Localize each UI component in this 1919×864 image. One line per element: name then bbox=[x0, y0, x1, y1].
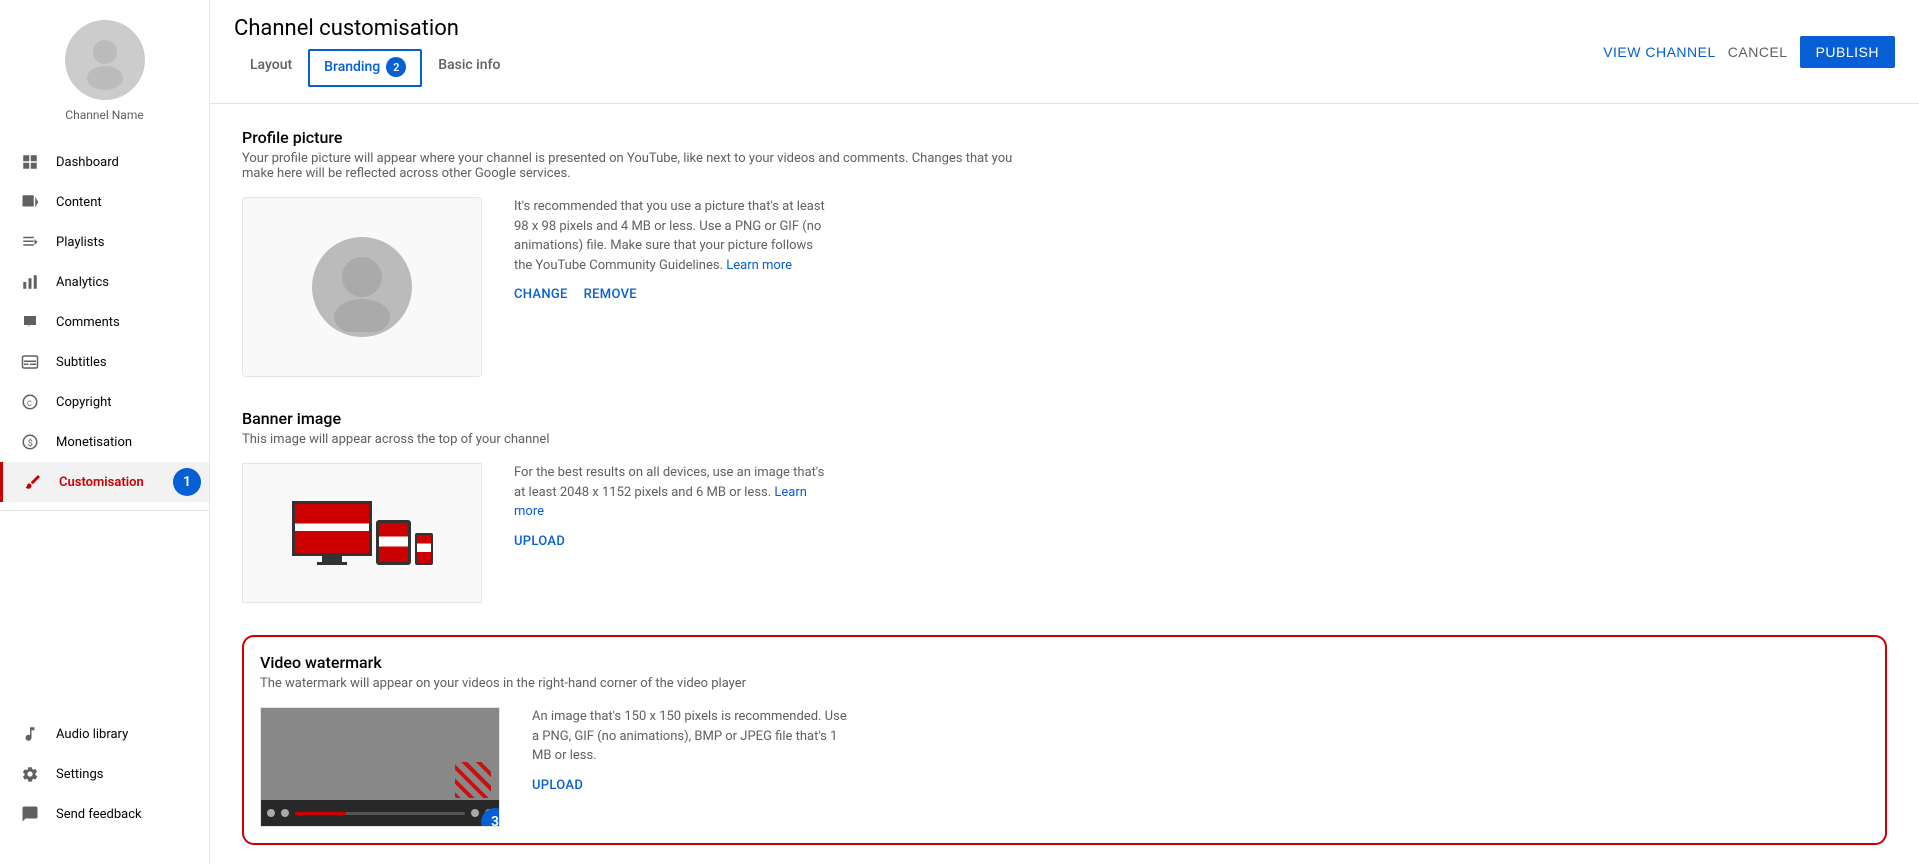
sidebar-item-dashboard[interactable]: Dashboard bbox=[0, 142, 209, 182]
skip-control bbox=[281, 809, 289, 817]
profile-picture-desc: Your profile picture will appear where y… bbox=[242, 151, 1042, 181]
publish-button[interactable]: PUBLISH bbox=[1800, 36, 1895, 68]
sidebar-item-customisation[interactable]: Customisation 1 bbox=[0, 462, 209, 502]
banner-image-section: Banner image This image will appear acro… bbox=[242, 409, 1887, 603]
banner-devices bbox=[292, 501, 433, 565]
sidebar-item-settings[interactable]: Settings bbox=[0, 754, 209, 794]
topbar-actions: VIEW CHANNEL CANCEL PUBLISH bbox=[1603, 36, 1895, 68]
sidebar-item-content[interactable]: Content bbox=[0, 182, 209, 222]
profile-picture-body: It's recommended that you use a picture … bbox=[242, 197, 1887, 377]
play-icon bbox=[20, 192, 40, 212]
content-area: Profile picture Your profile picture wil… bbox=[210, 104, 1919, 864]
branding-tab-badge: 2 bbox=[386, 57, 406, 77]
comment-icon bbox=[20, 312, 40, 332]
sidebar-bottom-nav: Audio library Settings Send feedback bbox=[0, 704, 209, 844]
sidebar-item-subtitles[interactable]: Subtitles bbox=[0, 342, 209, 382]
banner-upload-button[interactable]: UPLOAD bbox=[514, 534, 565, 549]
sidebar-item-playlists[interactable]: Playlists bbox=[0, 222, 209, 262]
monitor-screen-container bbox=[292, 501, 372, 556]
video-watermark-section: Video watermark The watermark will appea… bbox=[242, 635, 1887, 845]
watermark-preview: 3 bbox=[260, 707, 500, 827]
watermark-info-text: An image that's 150 x 150 pixels is reco… bbox=[532, 707, 852, 766]
watermark-action-links: UPLOAD bbox=[532, 778, 1869, 793]
cancel-button[interactable]: CANCEL bbox=[1728, 44, 1788, 60]
sidebar-item-monetisation[interactable]: $ Monetisation bbox=[0, 422, 209, 462]
settings-control bbox=[471, 809, 479, 817]
profile-picture-section: Profile picture Your profile picture wil… bbox=[242, 128, 1887, 377]
svg-text:$: $ bbox=[28, 438, 33, 449]
gear-icon bbox=[20, 764, 40, 784]
brush-icon bbox=[23, 472, 43, 492]
banner-mock bbox=[243, 464, 481, 602]
dollar-icon: $ bbox=[20, 432, 40, 452]
bar-chart-icon bbox=[20, 272, 40, 292]
tablet-device bbox=[376, 520, 411, 565]
banner-info-text: For the best results on all devices, use… bbox=[514, 463, 834, 522]
topbar-left: Channel customisation Layout Branding 2 … bbox=[234, 16, 516, 87]
profile-img-circle bbox=[312, 237, 412, 337]
watermark-icon bbox=[455, 762, 491, 798]
tab-branding[interactable]: Branding 2 bbox=[308, 49, 422, 87]
video-controls-bar bbox=[261, 800, 499, 826]
feedback-icon bbox=[20, 804, 40, 824]
profile-info-text: It's recommended that you use a picture … bbox=[514, 197, 834, 275]
profile-action-links: CHANGE REMOVE bbox=[514, 287, 1887, 302]
profile-learn-more-link[interactable]: Learn more bbox=[726, 258, 792, 273]
watermark-title: Video watermark bbox=[260, 653, 1869, 672]
profile-change-button[interactable]: CHANGE bbox=[514, 287, 568, 302]
monitor-screen bbox=[295, 504, 369, 553]
monitor-base bbox=[317, 562, 347, 565]
sidebar: Channel Name Dashboard Content Playlists… bbox=[0, 0, 210, 864]
monitor-device bbox=[292, 501, 372, 565]
sidebar-nav: Dashboard Content Playlists Analytics Co… bbox=[0, 142, 209, 502]
sidebar-item-audio-library[interactable]: Audio library bbox=[0, 714, 209, 754]
avatar[interactable] bbox=[65, 20, 145, 100]
sidebar-item-comments[interactable]: Comments bbox=[0, 302, 209, 342]
profile-remove-button[interactable]: REMOVE bbox=[584, 287, 637, 302]
subtitles-icon bbox=[20, 352, 40, 372]
svg-text:C: C bbox=[27, 399, 32, 408]
banner-image-info: For the best results on all devices, use… bbox=[514, 463, 1887, 549]
banner-action-links: UPLOAD bbox=[514, 534, 1887, 549]
music-icon bbox=[20, 724, 40, 744]
phone-device bbox=[415, 533, 433, 565]
grid-icon bbox=[20, 152, 40, 172]
tab-basic-info[interactable]: Basic info bbox=[422, 49, 516, 87]
watermark-desc: The watermark will appear on your videos… bbox=[260, 676, 1060, 691]
copyright-icon: C bbox=[20, 392, 40, 412]
play-control bbox=[267, 809, 275, 817]
banner-image-preview bbox=[242, 463, 482, 603]
page-title: Channel customisation bbox=[234, 16, 516, 41]
progress-bar bbox=[295, 812, 465, 815]
watermark-body: 3 An image that's 150 x 150 pixels is re… bbox=[260, 707, 1869, 827]
view-channel-button[interactable]: VIEW CHANNEL bbox=[1603, 44, 1716, 60]
banner-image-body: For the best results on all devices, use… bbox=[242, 463, 1887, 603]
tab-layout[interactable]: Layout bbox=[234, 49, 308, 87]
progress-fill bbox=[295, 812, 346, 815]
list-icon bbox=[20, 232, 40, 252]
sidebar-item-copyright[interactable]: C Copyright bbox=[0, 382, 209, 422]
topbar: Channel customisation Layout Branding 2 … bbox=[210, 0, 1919, 104]
watermark-info: An image that's 150 x 150 pixels is reco… bbox=[532, 707, 1869, 793]
tabs: Layout Branding 2 Basic info bbox=[234, 49, 516, 87]
profile-picture-title: Profile picture bbox=[242, 128, 1887, 147]
profile-picture-info: It's recommended that you use a picture … bbox=[514, 197, 1887, 302]
customisation-badge: 1 bbox=[173, 468, 201, 496]
profile-picture-preview bbox=[242, 197, 482, 377]
watermark-upload-button[interactable]: UPLOAD bbox=[532, 778, 583, 793]
tablet-screen bbox=[379, 523, 408, 562]
channel-name: Channel Name bbox=[65, 108, 143, 122]
phone-screen bbox=[417, 535, 431, 563]
avatar-area: Channel Name bbox=[0, 0, 209, 132]
watermark-mock bbox=[261, 708, 499, 826]
banner-image-desc: This image will appear across the top of… bbox=[242, 432, 1042, 447]
sidebar-item-analytics[interactable]: Analytics bbox=[0, 262, 209, 302]
sidebar-item-send-feedback[interactable]: Send feedback bbox=[0, 794, 209, 834]
main-content: Channel customisation Layout Branding 2 … bbox=[210, 0, 1919, 864]
banner-image-title: Banner image bbox=[242, 409, 1887, 428]
